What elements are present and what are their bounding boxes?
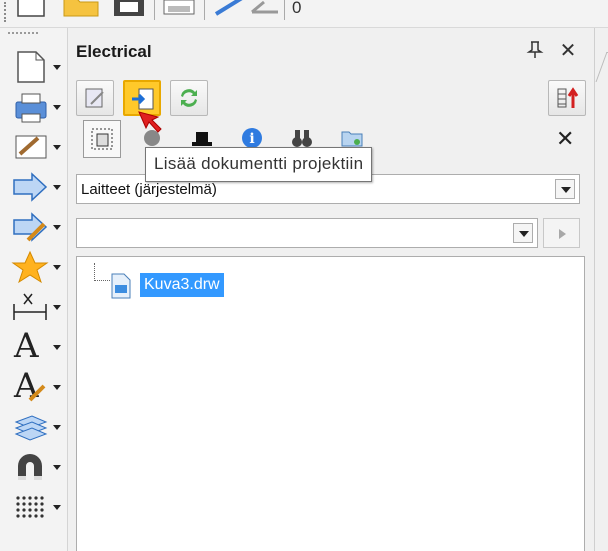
adjacent-panel-edge bbox=[594, 28, 608, 551]
add-document-icon bbox=[132, 88, 154, 110]
text-tool[interactable]: A bbox=[6, 326, 64, 366]
printer-icon bbox=[15, 93, 47, 123]
grid-dots-icon bbox=[16, 496, 44, 518]
page-icon bbox=[17, 51, 45, 83]
open-folder-icon[interactable] bbox=[62, 0, 102, 22]
chevron-down-icon[interactable] bbox=[53, 265, 61, 270]
text-edit-tool[interactable]: A bbox=[6, 366, 64, 406]
chevron-down-icon[interactable] bbox=[53, 185, 61, 190]
list-arrow-up-icon bbox=[557, 87, 579, 108]
svg-text:i: i bbox=[249, 131, 254, 147]
shape-edit-tool[interactable] bbox=[6, 208, 64, 246]
shape-arrow-icon bbox=[13, 172, 48, 202]
toolbar-grip[interactable] bbox=[8, 32, 38, 34]
refresh-icon bbox=[181, 89, 197, 107]
left-toolbar: A A bbox=[0, 28, 68, 551]
go-button[interactable] bbox=[543, 218, 580, 248]
toolbar-value: 0 bbox=[292, 0, 302, 17]
star-icon bbox=[11, 250, 49, 284]
document-frame-icon bbox=[91, 128, 113, 150]
category-select-value: Laitteet (järjestelmä) bbox=[81, 181, 217, 198]
snap-tool[interactable] bbox=[6, 448, 64, 486]
toolbar-grip[interactable] bbox=[4, 2, 6, 22]
top-toolbar: 0 bbox=[0, 0, 608, 28]
undo-icon[interactable] bbox=[212, 0, 248, 22]
chevron-down-icon[interactable] bbox=[53, 105, 61, 110]
layers-icon bbox=[14, 415, 48, 441]
drawing-file-icon bbox=[111, 273, 131, 299]
chevron-down-icon[interactable] bbox=[513, 223, 533, 243]
shape-pencil-icon bbox=[13, 212, 48, 242]
save-icon[interactable] bbox=[112, 0, 148, 22]
redo-icon[interactable] bbox=[248, 0, 284, 22]
chevron-down-icon[interactable] bbox=[53, 385, 61, 390]
chevron-down-icon[interactable] bbox=[53, 505, 61, 510]
chevron-down-icon[interactable] bbox=[53, 225, 61, 230]
project-tree[interactable]: Kuva3.drw bbox=[76, 256, 585, 551]
print-icon[interactable] bbox=[162, 0, 198, 22]
panel-title: Electrical bbox=[76, 42, 152, 61]
tooltip: Lisää dokumentti projektiin bbox=[145, 147, 373, 182]
chevron-down-icon[interactable] bbox=[53, 345, 61, 350]
app-window: 0 A A Electrical ✕ i ✕ Lisää dokumentti … bbox=[0, 0, 608, 551]
red-arrow-icon bbox=[138, 111, 162, 133]
pencil-icon bbox=[28, 384, 46, 402]
pin-icon[interactable] bbox=[526, 40, 544, 60]
new-page-tool[interactable] bbox=[6, 48, 64, 86]
edit-document-icon bbox=[85, 88, 104, 108]
favorite-tool[interactable] bbox=[6, 248, 64, 286]
refresh-button[interactable] bbox=[170, 80, 208, 116]
filter-select[interactable] bbox=[76, 218, 538, 248]
chevron-down-icon[interactable] bbox=[53, 65, 61, 70]
tree-item-label[interactable]: Kuva3.drw bbox=[140, 273, 224, 297]
chevron-down-icon[interactable] bbox=[53, 305, 61, 310]
panel-close-icon[interactable]: ✕ bbox=[558, 38, 578, 63]
pen-card-icon bbox=[15, 135, 47, 159]
dimension-tool[interactable] bbox=[6, 288, 64, 326]
tree-connector bbox=[94, 263, 110, 281]
edit-document-button[interactable] bbox=[76, 80, 114, 116]
shape-tool[interactable] bbox=[6, 168, 64, 206]
chevron-down-icon[interactable] bbox=[53, 465, 61, 470]
dimension-icon bbox=[13, 293, 47, 320]
grid-tool[interactable] bbox=[6, 488, 64, 526]
print-tool[interactable] bbox=[6, 88, 64, 126]
layers-tool[interactable] bbox=[6, 408, 64, 446]
export-button[interactable] bbox=[548, 80, 586, 116]
chevron-down-icon[interactable] bbox=[555, 179, 575, 199]
tab-close-icon[interactable]: ✕ bbox=[556, 126, 574, 152]
text-a-icon: A bbox=[14, 326, 39, 366]
new-document-icon[interactable] bbox=[14, 0, 50, 22]
edit-tool[interactable] bbox=[6, 128, 64, 166]
tab-document-structure[interactable] bbox=[83, 120, 121, 158]
magnet-icon bbox=[18, 454, 42, 480]
chevron-down-icon[interactable] bbox=[53, 145, 61, 150]
chevron-down-icon[interactable] bbox=[53, 425, 61, 430]
